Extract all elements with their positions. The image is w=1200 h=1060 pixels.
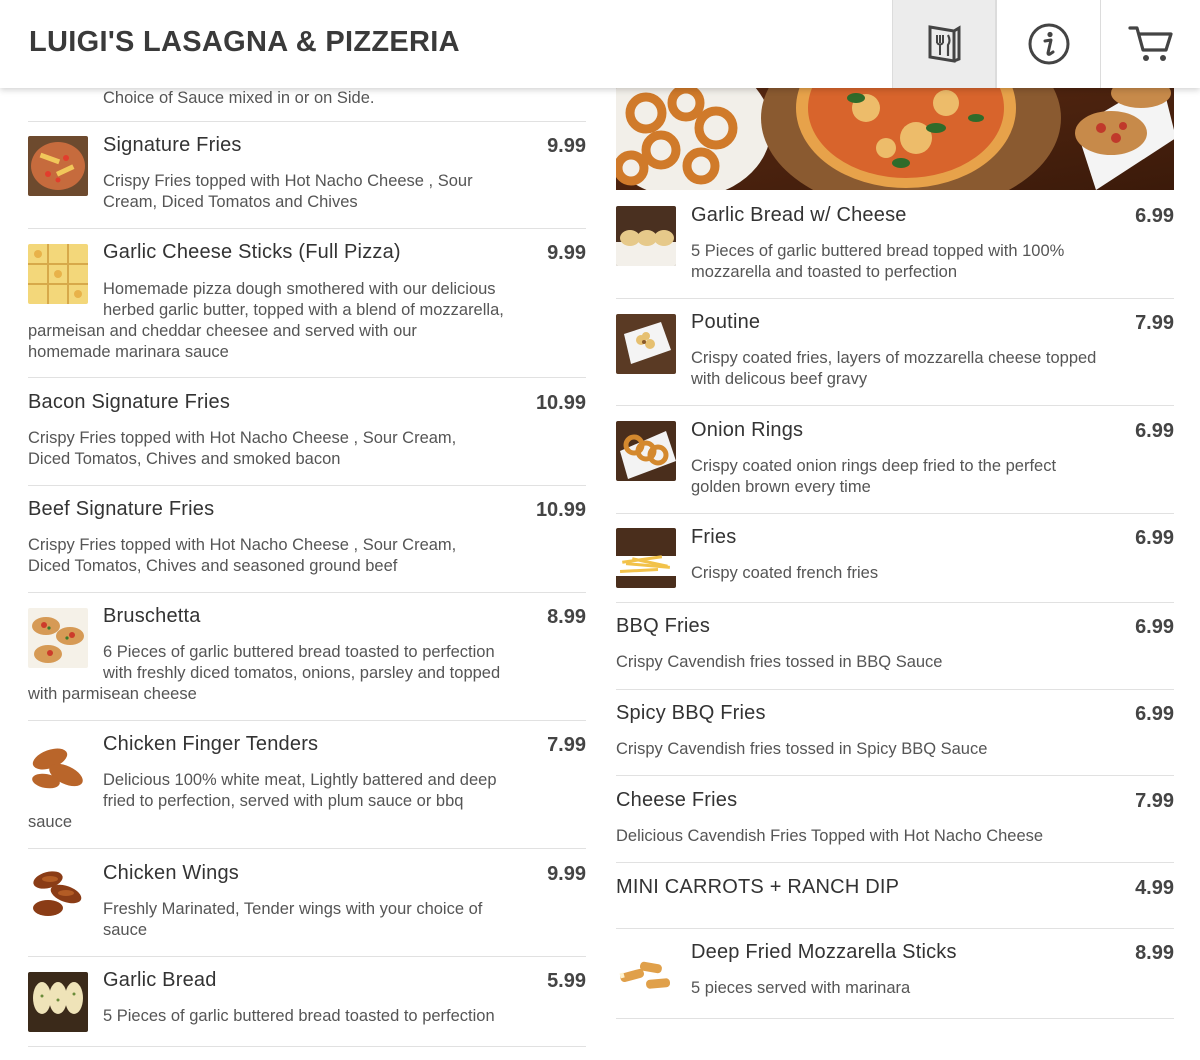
item-description: Delicious 100% white meat, Lightly batte… bbox=[28, 771, 497, 831]
menu-item-bruschetta[interactable]: Bruschetta 8.99 6 Pieces of garlic butte… bbox=[28, 593, 586, 721]
restaurant-title[interactable]: LUIGI'S LASAGNA & PIZZERIA bbox=[29, 26, 460, 59]
item-name: Onion Rings bbox=[691, 419, 804, 441]
item-description: Choice of Sauce mixed in or on Side. bbox=[103, 89, 375, 107]
menu-item-beef-signature-fries[interactable]: Beef Signature Fries 10.99 Crispy Fries … bbox=[28, 486, 586, 593]
item-price: 7.99 bbox=[1135, 312, 1174, 334]
menu-item-mini-carrots[interactable]: MINI CARROTS + RANCH DIP 4.99 bbox=[616, 863, 1174, 929]
item-price: 4.99 bbox=[1135, 877, 1174, 899]
item-description: Crispy coated onion rings deep fried to … bbox=[691, 457, 1057, 496]
food-hero-image bbox=[616, 88, 1174, 190]
item-description: 5 pieces served with marinara bbox=[691, 979, 911, 997]
menu-item-onion-rings[interactable]: Onion Rings 6.99 Crispy coated onion rin… bbox=[616, 406, 1174, 514]
menu-item-garlic-cheese-sticks[interactable]: Garlic Cheese Sticks (Full Pizza) 9.99 H… bbox=[28, 229, 586, 378]
item-name: Bacon Signature Fries bbox=[28, 391, 231, 413]
item-description: Crispy Fries topped with Hot Nacho Chees… bbox=[28, 429, 457, 468]
item-price: 7.99 bbox=[1135, 790, 1174, 812]
chicken-wings-photo bbox=[28, 864, 88, 924]
item-name: Chicken Wings bbox=[103, 862, 239, 884]
menu-item-bacon-signature-fries[interactable]: Bacon Signature Fries 10.99 Crispy Fries… bbox=[28, 378, 586, 486]
item-name: Garlic Cheese Sticks (Full Pizza) bbox=[103, 241, 401, 263]
menu-item-chicken-wings[interactable]: Chicken Wings 9.99 Freshly Marinated, Te… bbox=[28, 849, 586, 957]
menu-utensils-icon bbox=[928, 25, 961, 63]
menu-item-bbq-fries[interactable]: BBQ Fries 6.99 Crispy Cavendish fries to… bbox=[616, 603, 1174, 690]
item-price: 6.99 bbox=[1135, 616, 1174, 638]
item-description: 5 Pieces of garlic buttered bread topped… bbox=[691, 242, 1065, 281]
item-price: 9.99 bbox=[547, 135, 586, 157]
cart-icon bbox=[1127, 26, 1173, 61]
item-price: 6.99 bbox=[1135, 527, 1174, 549]
menu-item-spicy-bbq-fries[interactable]: Spicy BBQ Fries 6.99 Crispy Cavendish fr… bbox=[616, 690, 1174, 776]
item-description: 6 Pieces of garlic buttered bread toaste… bbox=[28, 643, 501, 703]
info-icon bbox=[1028, 23, 1069, 65]
menu-item-garlic-bread-cheese[interactable]: Garlic Bread w/ Cheese 6.99 5 Pieces of … bbox=[616, 192, 1174, 299]
item-name: BBQ Fries bbox=[616, 615, 711, 637]
item-name: Chicken Finger Tenders bbox=[103, 733, 319, 755]
item-price: 9.99 bbox=[547, 242, 586, 264]
signature-fries-photo bbox=[28, 136, 88, 196]
info-button[interactable] bbox=[996, 0, 1100, 88]
item-description: Crispy Cavendish fries tossed in BBQ Sau… bbox=[616, 653, 943, 671]
item-description: Freshly Marinated, Tender wings with you… bbox=[103, 900, 483, 939]
item-name: Poutine bbox=[691, 311, 761, 333]
item-price: 6.99 bbox=[1135, 420, 1174, 442]
item-name: Beef Signature Fries bbox=[28, 498, 215, 520]
mozzarella-sticks-photo bbox=[616, 945, 676, 1005]
item-description: Crispy coated french fries bbox=[691, 564, 879, 582]
item-price: 10.99 bbox=[535, 392, 586, 414]
item-description: 5 Pieces of garlic buttered bread toaste… bbox=[103, 1007, 495, 1025]
menu-item-cheese-fries[interactable]: Cheese Fries 7.99 Delicious Cavendish Fr… bbox=[616, 776, 1174, 863]
item-price: 8.99 bbox=[547, 606, 586, 628]
menu-item-garlic-bread[interactable]: Garlic Bread 5.99 5 Pieces of garlic but… bbox=[28, 957, 586, 1047]
item-description: Delicious Cavendish Fries Topped with Ho… bbox=[616, 827, 1044, 845]
item-description: Crispy Fries topped with Hot Nacho Chees… bbox=[28, 536, 457, 575]
item-name: Fries bbox=[691, 526, 737, 548]
item-name: Cheese Fries bbox=[616, 789, 738, 811]
app-header: LUIGI'S LASAGNA & PIZZERIA bbox=[0, 0, 1200, 88]
item-price: 10.99 bbox=[535, 499, 586, 521]
menu-item-signature-fries[interactable]: Signature Fries 9.99 Crispy Fries topped… bbox=[28, 122, 586, 229]
menu-item-mozzarella-sticks[interactable]: Deep Fried Mozzarella Sticks 8.99 5 piec… bbox=[616, 929, 1174, 1019]
fries-photo bbox=[616, 528, 676, 588]
item-description: Crispy Fries topped with Hot Nacho Chees… bbox=[103, 172, 473, 211]
item-price: 6.99 bbox=[1135, 205, 1174, 227]
garlic-bread-photo bbox=[28, 972, 88, 1032]
item-name: Garlic Bread w/ Cheese bbox=[691, 204, 907, 226]
menu-item-partial[interactable]: Choice of Sauce mixed in or on Side. bbox=[28, 88, 586, 122]
item-description: Crispy Cavendish fries tossed in Spicy B… bbox=[616, 740, 988, 758]
menu-item-fries[interactable]: Fries 6.99 Crispy coated french fries bbox=[616, 514, 1174, 603]
item-name: Signature Fries bbox=[103, 134, 242, 156]
item-name: MINI CARROTS + RANCH DIP bbox=[616, 876, 900, 898]
onion-rings-photo bbox=[616, 421, 676, 481]
item-description: Crispy coated fries, layers of mozzarell… bbox=[691, 349, 1097, 388]
item-price: 6.99 bbox=[1135, 703, 1174, 725]
garlic-bread-cheese-photo bbox=[616, 206, 676, 266]
item-name: Garlic Bread bbox=[103, 969, 217, 991]
poutine-photo bbox=[616, 314, 676, 374]
item-price: 9.99 bbox=[547, 863, 586, 885]
item-name: Deep Fried Mozzarella Sticks bbox=[691, 941, 957, 963]
menu-button[interactable] bbox=[892, 0, 996, 88]
menu-item-poutine[interactable]: Poutine 7.99 Crispy coated fries, layers… bbox=[616, 299, 1174, 406]
item-price: 5.99 bbox=[547, 970, 586, 992]
menu-item-chicken-tenders[interactable]: Chicken Finger Tenders 7.99 Delicious 10… bbox=[28, 721, 586, 849]
item-description: Homemade pizza dough smothered with our … bbox=[28, 280, 504, 361]
item-price: 7.99 bbox=[547, 734, 586, 756]
item-price: 8.99 bbox=[1135, 942, 1174, 964]
item-name: Spicy BBQ Fries bbox=[616, 702, 766, 724]
cart-button[interactable] bbox=[1100, 0, 1200, 88]
item-name: Bruschetta bbox=[103, 605, 201, 627]
